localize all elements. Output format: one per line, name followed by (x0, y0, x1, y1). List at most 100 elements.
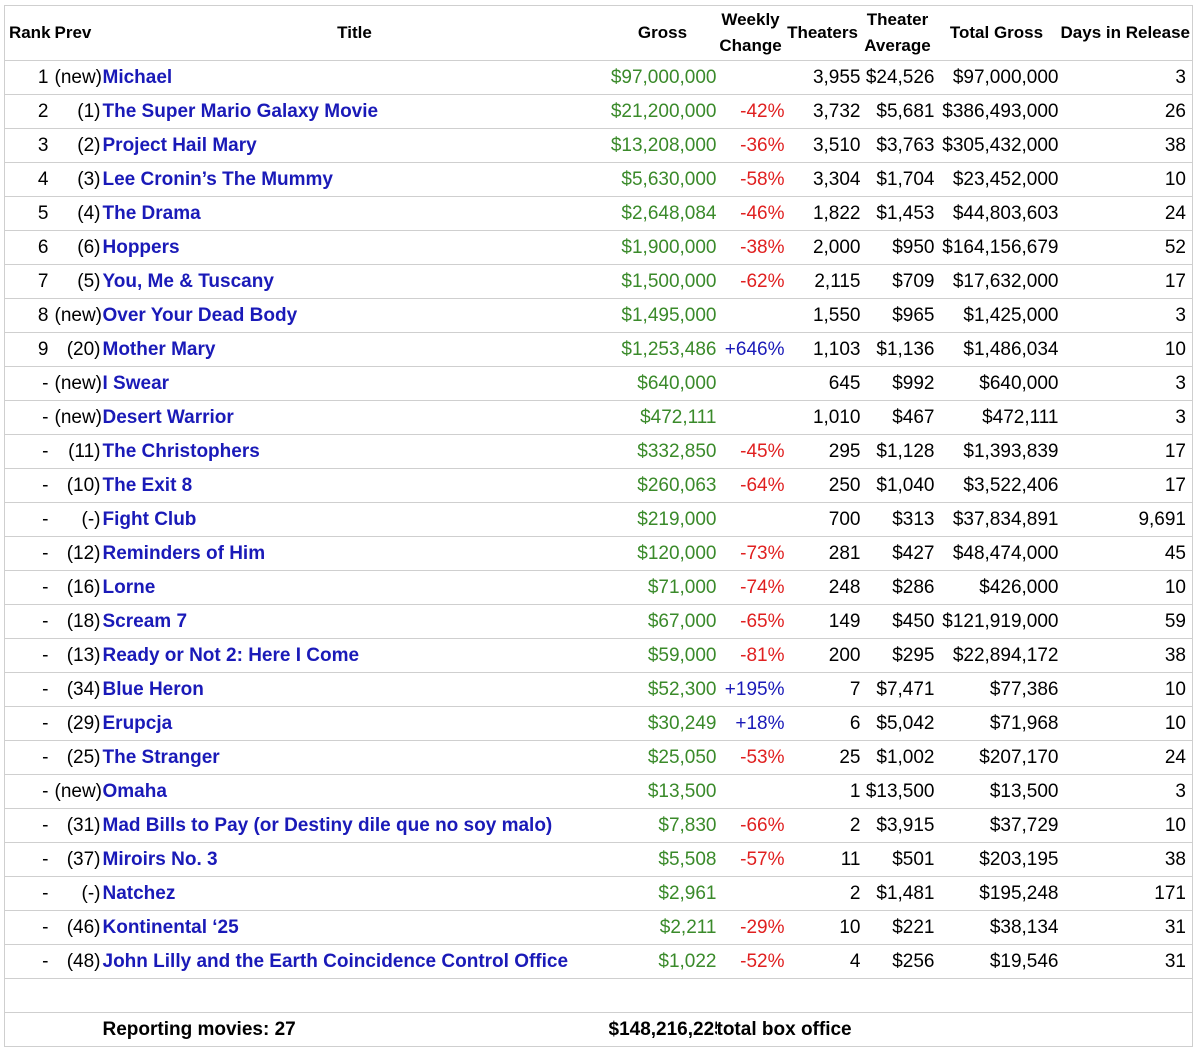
movie-title-link[interactable]: Blue Heron (103, 679, 204, 700)
total-gross-cell: $44,803,603 (934, 196, 1059, 231)
table-row: 3 (2) Project Hail Mary $13,208,000 -36% 3,51… (4, 128, 1193, 163)
summary-total-value: $148,216,225 (608, 1012, 717, 1047)
movie-title-link[interactable]: The Super Mario Galaxy Movie (103, 101, 379, 122)
gross-cell: $13,208,000 (608, 128, 717, 163)
table-row: 1 (new) Michael $97,000,000 3,955 $24,526 $97,… (4, 60, 1193, 95)
total-gross-cell: $77,386 (934, 672, 1059, 707)
blank-row (4, 978, 1193, 1013)
gross-cell: $332,850 (608, 434, 717, 469)
prev-rank-cell: (1) (54, 94, 101, 129)
movie-title-link[interactable]: Scream 7 (103, 611, 188, 632)
movie-title-link[interactable]: Fight Club (103, 509, 197, 530)
gross-cell: $30,249 (608, 706, 717, 741)
movie-title-link[interactable]: Ready or Not 2: Here I Come (103, 645, 360, 666)
movie-title-link[interactable]: Michael (103, 67, 173, 88)
movie-title-link[interactable]: Project Hail Mary (103, 135, 257, 156)
table-row: - (-) Fight Club $219,000 700 $313 $37,834,891… (4, 502, 1193, 537)
weekly-change-cell (716, 366, 785, 401)
prev-rank-cell: (2) (54, 128, 101, 163)
weekly-change-cell: -29% (716, 910, 785, 945)
theaters-cell: 2,000 (784, 230, 861, 265)
table-row: 6 (6) Hoppers $1,900,000 -38% 2,000 $950 $164,1… (4, 230, 1193, 265)
movie-title-link[interactable]: Lee Cronin’s The Mummy (103, 169, 334, 190)
rank-cell: - (4, 400, 55, 435)
weekly-change-cell: +646% (716, 332, 785, 367)
movie-title-link[interactable]: Kontinental ‘25 (103, 917, 239, 938)
rank-cell: 7 (4, 264, 55, 299)
days-in-release-cell: 3 (1058, 60, 1193, 95)
rank-cell: - (4, 672, 55, 707)
total-gross-cell: $1,486,034 (934, 332, 1059, 367)
rank-cell: - (4, 944, 55, 979)
movie-title-link[interactable]: Desert Warrior (103, 407, 234, 428)
theater-average-cell: $1,040 (860, 468, 935, 503)
total-gross-cell: $207,170 (934, 740, 1059, 775)
days-in-release-cell: 17 (1058, 264, 1193, 299)
table-row: - (new) I Swear $640,000 645 $992 $640,000 3 (4, 366, 1193, 401)
title-cell: Erupcja (100, 706, 609, 741)
header-gross: Gross (608, 5, 717, 61)
summary-spacer (934, 1012, 1059, 1047)
theater-average-cell: $992 (860, 366, 935, 401)
gross-cell: $21,200,000 (608, 94, 717, 129)
days-in-release-cell: 38 (1058, 638, 1193, 673)
rank-cell: 4 (4, 162, 55, 197)
movie-title-link[interactable]: The Drama (103, 203, 201, 224)
total-gross-cell: $195,248 (934, 876, 1059, 911)
weekly-change-cell (716, 400, 785, 435)
movie-title-link[interactable]: Erupcja (103, 713, 173, 734)
total-gross-cell: $13,500 (934, 774, 1059, 809)
rank-cell: - (4, 536, 55, 571)
prev-rank-cell: (new) (54, 774, 101, 809)
theater-average-cell: $450 (860, 604, 935, 639)
gross-cell: $1,495,000 (608, 298, 717, 333)
table-row: - (12) Reminders of Him $120,000 -73% 281 $427… (4, 536, 1193, 571)
table-row: 2 (1) The Super Mario Galaxy Movie $21,200,… (4, 94, 1193, 129)
header-theaters: Theaters (784, 5, 861, 61)
table-row: - (new) Desert Warrior $472,111 1,010 $467 $47… (4, 400, 1193, 435)
weekly-change-cell: -64% (716, 468, 785, 503)
movie-title-link[interactable]: Mad Bills to Pay (or Destiny dile que no… (103, 815, 553, 836)
table-header: Rank Prev Title Gross Weekly Change Thea… (4, 5, 1193, 61)
gross-cell: $97,000,000 (608, 60, 717, 95)
movie-title-link[interactable]: Lorne (103, 577, 156, 598)
gross-cell: $1,500,000 (608, 264, 717, 299)
prev-rank-cell: (25) (54, 740, 101, 775)
theaters-cell: 1,103 (784, 332, 861, 367)
total-gross-cell: $71,968 (934, 706, 1059, 741)
prev-rank-cell: (37) (54, 842, 101, 877)
movie-title-link[interactable]: Natchez (103, 883, 176, 904)
movie-title-link[interactable]: You, Me & Tuscany (103, 271, 274, 292)
theater-average-cell: $24,526 (860, 60, 935, 95)
movie-title-link[interactable]: The Stranger (103, 747, 220, 768)
movie-title-link[interactable]: Hoppers (103, 237, 180, 258)
total-gross-cell: $37,834,891 (934, 502, 1059, 537)
theaters-cell: 4 (784, 944, 861, 979)
gross-cell: $13,500 (608, 774, 717, 809)
weekly-change-cell (716, 774, 785, 809)
movie-title-link[interactable]: Mother Mary (103, 339, 216, 360)
movie-title-link[interactable]: Reminders of Him (103, 543, 266, 564)
weekly-change-cell: -65% (716, 604, 785, 639)
rank-cell: 3 (4, 128, 55, 163)
movie-title-link[interactable]: I Swear (103, 373, 170, 394)
prev-rank-cell: (10) (54, 468, 101, 503)
movie-title-link[interactable]: The Christophers (103, 441, 260, 462)
movie-title-link[interactable]: Miroirs No. 3 (103, 849, 218, 870)
blank-cell (4, 978, 1193, 1013)
table-row: - (18) Scream 7 $67,000 -65% 149 $450 $121,919,… (4, 604, 1193, 639)
movie-title-link[interactable]: Over Your Dead Body (103, 305, 298, 326)
days-in-release-cell: 52 (1058, 230, 1193, 265)
theaters-cell: 645 (784, 366, 861, 401)
total-gross-cell: $23,452,000 (934, 162, 1059, 197)
total-gross-cell: $48,474,000 (934, 536, 1059, 571)
prev-rank-cell: (13) (54, 638, 101, 673)
title-cell: Fight Club (100, 502, 609, 537)
prev-rank-cell: (-) (54, 502, 101, 537)
header-weekly-change-line1: Weekly (721, 10, 780, 29)
rank-cell: 2 (4, 94, 55, 129)
movie-title-link[interactable]: The Exit 8 (103, 475, 193, 496)
movie-title-link[interactable]: John Lilly and the Earth Coincidence Con… (103, 951, 569, 972)
movie-title-link[interactable]: Omaha (103, 781, 167, 802)
theaters-cell: 3,732 (784, 94, 861, 129)
